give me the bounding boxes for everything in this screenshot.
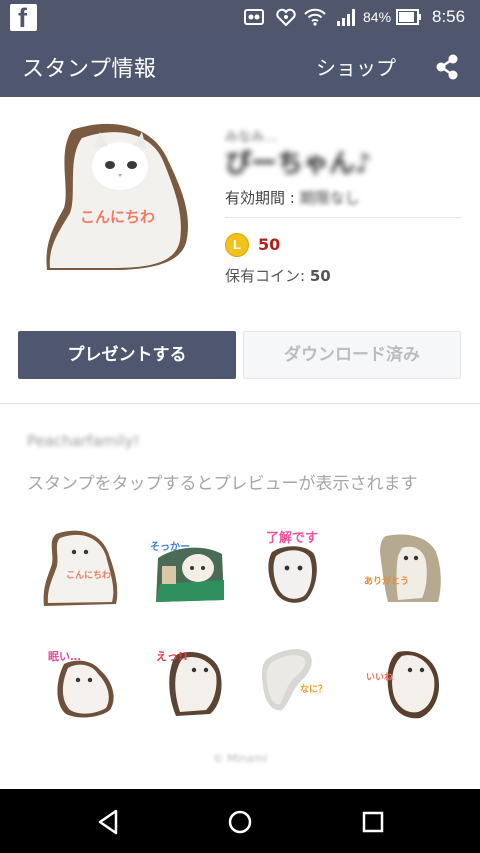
owned-coins-value: 50	[309, 267, 331, 285]
validity-label: 有効期間 :	[225, 189, 300, 207]
sticker-6[interactable]: えっ!!	[146, 640, 230, 724]
main-sticker-image[interactable]: こんにちわ	[42, 118, 192, 273]
sticker-caption: 了解です	[266, 530, 318, 546]
clock: 8:56	[432, 7, 466, 26]
sticker-1[interactable]: こんにちわ	[38, 528, 122, 612]
sticker-2[interactable]: そっかー	[146, 528, 230, 612]
sticker-3[interactable]: 了解です	[254, 528, 338, 612]
sticker-caption: いいね	[366, 672, 393, 683]
pack-title: ぴーちゃん♪	[225, 149, 372, 179]
heart-notification-icon	[276, 8, 296, 26]
coin-icon: L	[225, 233, 249, 257]
validity-value: 期限なし	[299, 189, 360, 207]
battery-icon	[396, 9, 421, 25]
navigation-bar	[0, 789, 480, 853]
sticker-caption: そっかー	[150, 541, 190, 553]
share-icon[interactable]	[433, 53, 461, 81]
app-bar: スタンプ情報 ショップ	[0, 35, 480, 97]
sticker-caption: えっ!!	[156, 650, 188, 663]
wifi-icon	[304, 8, 326, 26]
owned-coins: 保有コイン: 50	[225, 265, 331, 286]
price: 50	[258, 235, 281, 254]
sticker-caption: ありがとう	[364, 575, 409, 587]
sticker-5[interactable]: 眠い…	[38, 640, 122, 724]
sticker-4[interactable]: ありがとう	[362, 528, 446, 612]
notification-icon	[244, 9, 264, 25]
downloaded-button[interactable]: ダウンロード済み	[243, 331, 461, 379]
creator-name: Peacharfamily!	[27, 432, 140, 450]
signal-icon	[337, 9, 355, 26]
owned-coins-label: 保有コイン:	[225, 267, 310, 285]
main-sticker-caption: こんにちわ	[80, 208, 155, 226]
divider	[225, 217, 461, 218]
sticker-8[interactable]: いいね	[362, 640, 446, 724]
home-icon[interactable]	[225, 807, 255, 837]
back-icon[interactable]	[93, 807, 123, 837]
validity-info: 有効期間 : 期限なし	[225, 187, 360, 208]
copyright: © Minami	[212, 752, 268, 765]
recents-icon[interactable]	[358, 807, 388, 837]
section-divider	[0, 403, 480, 404]
sticker-caption: なに？	[300, 684, 327, 695]
status-bar: 84% 8:56	[0, 0, 480, 35]
sticker-caption: こんにちわ	[66, 570, 111, 581]
shop-button[interactable]: ショップ	[316, 52, 396, 81]
page-title: スタンプ情報	[22, 57, 157, 82]
facebook-icon	[10, 3, 37, 34]
present-button[interactable]: プレゼントする	[18, 331, 236, 379]
battery-percent: 84%	[363, 9, 392, 25]
sticker-7[interactable]: なに？	[254, 640, 338, 724]
sticker-caption: 眠い…	[48, 650, 81, 663]
preview-hint: スタンプをタップするとプレビューが表示されます	[27, 474, 418, 494]
